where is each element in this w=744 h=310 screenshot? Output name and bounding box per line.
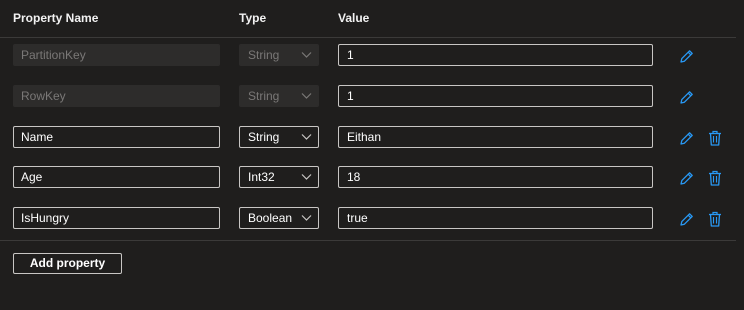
pencil-icon[interactable] — [678, 129, 694, 147]
property-row-partitionkey: PartitionKey String 1 — [0, 44, 744, 68]
chevron-down-icon — [301, 93, 312, 99]
property-row-ishungry: IsHungry Boolean true — [0, 207, 744, 231]
chevron-down-icon — [301, 174, 312, 180]
rows-divider — [0, 240, 736, 241]
property-name-input: RowKey — [13, 85, 220, 107]
pencil-icon[interactable] — [678, 210, 694, 228]
trash-icon[interactable] — [707, 129, 723, 147]
property-type-select[interactable]: String — [239, 126, 319, 148]
pencil-icon[interactable] — [678, 88, 694, 106]
property-value-input[interactable]: true — [338, 207, 653, 229]
header-type: Type — [239, 11, 267, 25]
pencil-icon[interactable] — [678, 169, 694, 187]
property-type-value: String — [248, 48, 280, 62]
property-type-value: Boolean — [248, 211, 293, 225]
header-property-name: Property Name — [13, 11, 99, 25]
property-row-rowkey: RowKey String 1 — [0, 85, 744, 109]
property-type-select: String — [239, 44, 319, 66]
property-type-value: Int32 — [248, 170, 275, 184]
property-type-value: String — [248, 130, 280, 144]
property-type-select[interactable]: Boolean — [239, 207, 319, 229]
chevron-down-icon — [301, 134, 312, 140]
property-value-input[interactable]: 18 — [338, 166, 653, 188]
add-property-button[interactable]: Add property — [13, 253, 122, 274]
chevron-down-icon — [301, 215, 312, 221]
property-type-value: String — [248, 89, 280, 103]
property-name-input: PartitionKey — [13, 44, 220, 66]
property-row-name: Name String Eithan — [0, 126, 744, 150]
trash-icon[interactable] — [707, 210, 723, 228]
property-type-select: String — [239, 85, 319, 107]
property-name-input[interactable]: IsHungry — [13, 207, 220, 229]
property-name-input[interactable]: Name — [13, 126, 220, 148]
property-type-select[interactable]: Int32 — [239, 166, 319, 188]
chevron-down-icon — [301, 52, 312, 58]
pencil-icon[interactable] — [678, 47, 694, 65]
property-row-age: Age Int32 18 — [0, 166, 744, 190]
property-name-input[interactable]: Age — [13, 166, 220, 188]
property-value-input[interactable]: 1 — [338, 44, 653, 66]
property-value-input[interactable]: 1 — [338, 85, 653, 107]
header-divider — [0, 37, 736, 38]
property-editor: Property Name Type Value PartitionKey St… — [0, 0, 744, 310]
property-value-input[interactable]: Eithan — [338, 126, 653, 148]
trash-icon[interactable] — [707, 169, 723, 187]
header-value: Value — [338, 11, 370, 25]
